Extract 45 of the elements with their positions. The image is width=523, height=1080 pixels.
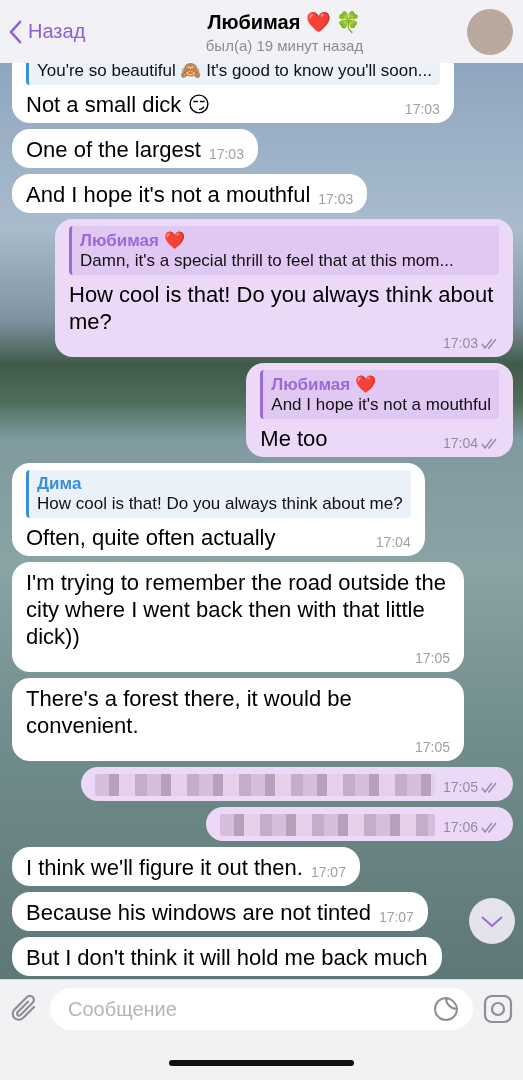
message-text: Because his windows are not tinted: [26, 899, 371, 926]
reply-author: Любимая ❤: [271, 374, 377, 395]
message-text: I think we'll figure it out then.: [26, 854, 303, 881]
message-time: 17:07: [310, 864, 346, 881]
reply-quote[interactable]: You're so beautiful 🙈 It's good to know you'll soon...: [26, 63, 440, 85]
reply-text: And I hope it's not a mouthful: [271, 395, 491, 415]
message-field[interactable]: Сообщение: [50, 988, 473, 1031]
sticker-icon[interactable]: [433, 996, 459, 1023]
message-text: Not a small dick 😏: [26, 91, 211, 118]
message-text: And I hope it's not a mouthful: [26, 181, 311, 208]
reply-author: Любимая ❤: [80, 230, 186, 251]
message-time: 17:03: [404, 101, 440, 118]
message-time: 17:05: [442, 779, 499, 796]
message-time: 17:03: [318, 191, 354, 208]
message-text: I'm trying to remember the road outside the city where I went back then with that little dick)): [26, 569, 447, 650]
message-text: There's a forest there, it would be convenient.: [26, 685, 353, 739]
message-time: 17:03: [208, 146, 244, 163]
message-time: 17:06: [442, 819, 499, 836]
message-time: 17:04: [375, 534, 411, 551]
back-button[interactable]: Назад: [8, 19, 128, 44]
reply-quote[interactable]: Дима How cool is that! Do you always think about me?: [26, 470, 411, 518]
reply-text: You're so beautiful 🙈 It's good to know you'll soon...: [37, 63, 432, 81]
chat-title: Любимая ❤ 🍀: [207, 9, 362, 34]
message-time: 17:07: [378, 909, 414, 926]
last-seen-status: был(а) 19 минут назад: [205, 36, 364, 54]
reply-author: Дима: [37, 474, 83, 494]
message-text: But I don't think it will hold me back much: [26, 944, 428, 971]
message-time: 17:04: [442, 435, 499, 452]
chevron-down-icon: [480, 914, 504, 928]
message-text: One of the largest: [26, 136, 201, 163]
message-input-field[interactable]: Сообщение: [66, 996, 433, 1022]
message-text: How cool is that! Do you always think about me?: [69, 281, 495, 335]
message-text: Often, quite often actually: [26, 524, 276, 551]
message-text: Me too: [260, 425, 328, 452]
reply-text: How cool is that! Do you always think about me?: [37, 494, 403, 514]
chevron-left-icon: [8, 19, 22, 44]
avatar[interactable]: [467, 8, 513, 55]
message-time: 17:03: [442, 335, 499, 352]
reply-quote[interactable]: Любимая ❤ Damn, it's a special thrill to feel that at this mom...: [69, 226, 499, 275]
scroll-down-button[interactable]: [469, 898, 515, 945]
reply-text: Damn, it's a special thrill to feel that at this mom...: [80, 251, 455, 271]
message-time: 17:05: [414, 739, 450, 756]
message-time: 17:05: [414, 650, 450, 667]
camera-icon[interactable]: [483, 994, 513, 1025]
reply-quote[interactable]: Любимая ❤ And I hope it's not a mouthful: [260, 370, 499, 419]
